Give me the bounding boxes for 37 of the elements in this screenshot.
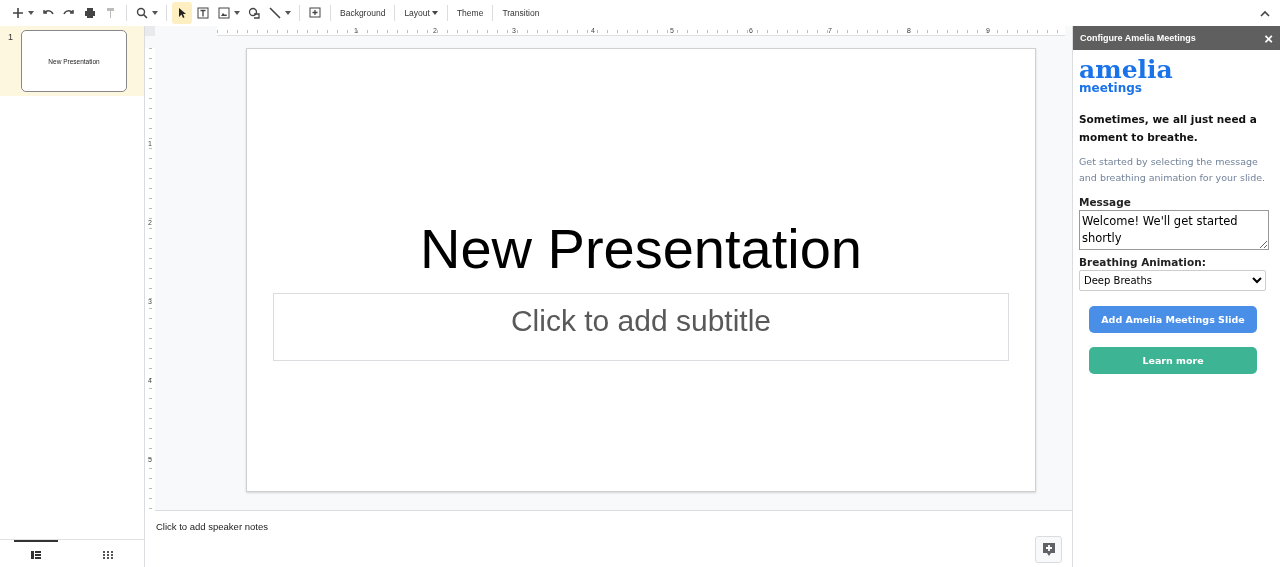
close-button[interactable]: × (1264, 29, 1273, 47)
select-tool-button[interactable] (172, 2, 192, 24)
slide-number: 1 (8, 32, 13, 42)
slide-canvas[interactable]: New Presentation Click to add subtitle (246, 48, 1036, 492)
line-icon (268, 6, 282, 20)
caret-icon (234, 11, 240, 15)
sidebar-title: Configure Amelia Meetings (1080, 33, 1196, 43)
animation-label: Breathing Animation: (1079, 256, 1207, 268)
explore-button[interactable] (1035, 536, 1062, 563)
list-view-icon (31, 550, 41, 559)
zoom-icon (135, 6, 149, 20)
shapes-icon (247, 6, 261, 20)
slide-title[interactable]: New Presentation (420, 217, 862, 281)
ruler-corner (145, 26, 155, 36)
chevron-up-icon[interactable] (1260, 9, 1270, 17)
logo-subtitle: meetings (1079, 82, 1142, 94)
animation-dropdown[interactable]: Deep Breaths (1079, 270, 1266, 291)
toolbar-button[interactable]: Background (336, 8, 390, 18)
caret-icon (152, 11, 158, 15)
comment-icon (308, 6, 322, 20)
toolbar-button[interactable]: Transition (498, 8, 544, 18)
sidebar-heading: Sometimes, we all just need a moment to breathe. (1079, 112, 1258, 145)
image-icon (217, 6, 231, 20)
grid-view-icon (103, 550, 113, 559)
toolbar-button[interactable]: Layout (400, 8, 442, 18)
message-field[interactable]: Welcome! We'll get started shortly (1079, 210, 1269, 250)
text-box-icon (196, 6, 210, 20)
intro-text: Get started by selecting the message and breathing animation for your slide. (1079, 155, 1267, 185)
speaker-notes-placeholder[interactable]: Click to add speaker notes (156, 521, 268, 532)
subtitle-placeholder[interactable]: Click to add subtitle (273, 293, 1009, 361)
plus-bubble-icon (1042, 543, 1055, 556)
toolbar-button[interactable]: Theme (452, 8, 488, 18)
plus-icon (11, 6, 25, 20)
message-label: Message (1079, 196, 1132, 208)
caret-icon (285, 11, 291, 15)
caret-icon (28, 11, 34, 15)
logo-wordmark: amelia (1079, 58, 1173, 82)
